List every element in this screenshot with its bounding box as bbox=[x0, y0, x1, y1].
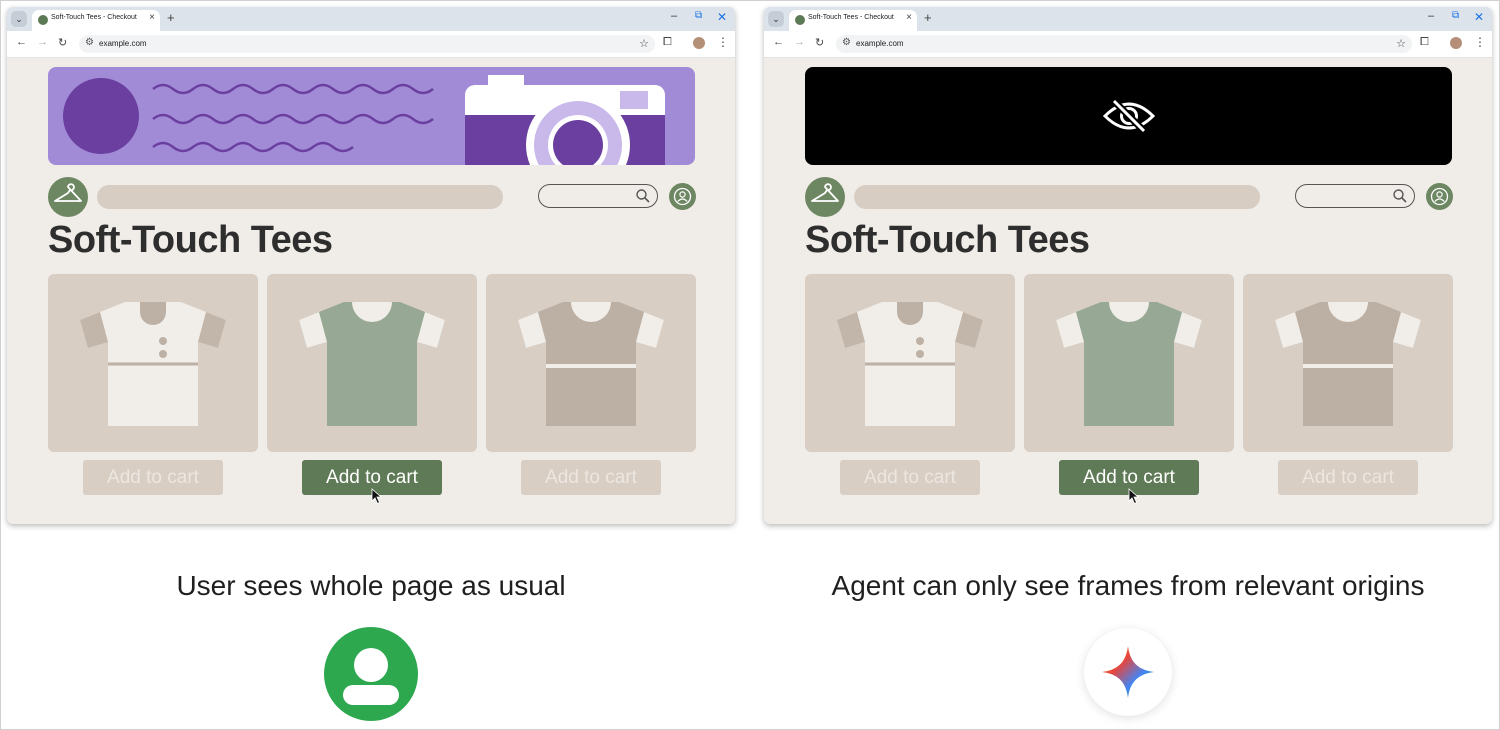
address-bar: ← → ↻ ⚙ example.com ☆ ⧠ ⋮ bbox=[764, 31, 1492, 58]
shop-title: Soft-Touch Tees bbox=[48, 219, 333, 261]
new-tab-icon[interactable]: + bbox=[924, 10, 932, 25]
extensions-icon[interactable]: ⧠ bbox=[663, 36, 672, 49]
product-card-green[interactable] bbox=[1024, 274, 1234, 452]
tab-close-icon[interactable]: × bbox=[149, 12, 155, 23]
product-card-henley[interactable] bbox=[48, 274, 258, 452]
taupe-shirt-icon bbox=[1275, 302, 1421, 426]
new-tab-icon[interactable]: + bbox=[167, 10, 175, 25]
search-input[interactable] bbox=[538, 184, 658, 208]
back-arrow-icon[interactable]: ← bbox=[773, 36, 784, 48]
add-to-cart-button-taupe[interactable]: Add to cart bbox=[1278, 460, 1418, 495]
tab-close-icon[interactable]: × bbox=[906, 12, 912, 23]
account-icon[interactable] bbox=[669, 183, 696, 210]
minimize-icon[interactable]: – bbox=[1428, 10, 1434, 22]
mouse-cursor-icon bbox=[1128, 488, 1140, 505]
add-to-cart-button-henley[interactable]: Add to cart bbox=[83, 460, 223, 495]
mouse-cursor-icon bbox=[371, 488, 383, 505]
search-icon bbox=[1393, 189, 1407, 203]
back-arrow-icon[interactable]: ← bbox=[16, 36, 27, 48]
browser-window-user-view: ⌄ Soft-Touch Tees - Checkout × + – ⧉ ✕ ←… bbox=[7, 7, 735, 524]
restore-icon[interactable]: ⧉ bbox=[695, 10, 702, 21]
hanger-logo-icon[interactable] bbox=[48, 177, 88, 217]
search-icon bbox=[636, 189, 650, 203]
browser-tab[interactable]: Soft-Touch Tees - Checkout × bbox=[32, 10, 160, 31]
caption-agent-view: Agent can only see frames from relevant … bbox=[831, 570, 1425, 601]
product-card-henley[interactable] bbox=[805, 274, 1015, 452]
reload-icon[interactable]: ↻ bbox=[58, 36, 67, 49]
forward-arrow-icon[interactable]: → bbox=[794, 36, 805, 48]
taupe-shirt-icon bbox=[518, 302, 664, 426]
ad-banner-camera[interactable] bbox=[48, 67, 695, 165]
reload-icon[interactable]: ↻ bbox=[815, 36, 824, 49]
caption-user-view: User sees whole page as usual bbox=[176, 570, 566, 601]
bookmark-star-icon[interactable]: ☆ bbox=[639, 37, 649, 50]
site-info-icon[interactable]: ⚙ bbox=[842, 37, 851, 48]
minimize-icon[interactable]: – bbox=[671, 10, 677, 22]
profile-avatar[interactable] bbox=[1450, 37, 1462, 49]
tab-bar: ⌄ Soft-Touch Tees - Checkout × + – ⧉ ✕ bbox=[7, 7, 735, 31]
nav-placeholder-bar bbox=[854, 185, 1260, 209]
site-info-icon[interactable]: ⚙ bbox=[85, 37, 94, 48]
url-text: example.com bbox=[856, 39, 904, 48]
restore-icon[interactable]: ⧉ bbox=[1452, 10, 1459, 21]
hanger-logo-icon[interactable] bbox=[805, 177, 845, 217]
tab-bar: ⌄ Soft-Touch Tees - Checkout × + – ⧉ ✕ bbox=[764, 7, 1492, 31]
address-bar: ← → ↻ ⚙ example.com ☆ ⧠ ⋮ bbox=[7, 31, 735, 58]
menu-kebab-icon[interactable]: ⋮ bbox=[1474, 35, 1486, 49]
favicon-icon bbox=[38, 15, 48, 25]
user-avatar-icon bbox=[324, 627, 418, 721]
henley-shirt-icon bbox=[80, 302, 226, 426]
henley-shirt-icon bbox=[837, 302, 983, 426]
profile-avatar[interactable] bbox=[693, 37, 705, 49]
tab-title: Soft-Touch Tees - Checkout bbox=[51, 14, 137, 21]
add-to-cart-button-henley[interactable]: Add to cart bbox=[840, 460, 980, 495]
close-window-icon[interactable]: ✕ bbox=[717, 10, 727, 24]
eye-off-icon bbox=[1102, 98, 1155, 134]
search-input[interactable] bbox=[1295, 184, 1415, 208]
product-card-taupe[interactable] bbox=[486, 274, 696, 452]
nav-placeholder-bar bbox=[97, 185, 503, 209]
green-shirt-icon bbox=[299, 302, 445, 426]
page-content: Soft-Touch Tees Add to cart Add to cart … bbox=[764, 57, 1492, 524]
gemini-sparkle-icon bbox=[1084, 628, 1172, 716]
chevron-down-icon[interactable]: ⌄ bbox=[11, 11, 27, 27]
green-shirt-icon bbox=[1056, 302, 1202, 426]
omnibox[interactable]: ⚙ example.com ☆ bbox=[79, 35, 655, 53]
account-icon[interactable] bbox=[1426, 183, 1453, 210]
url-text: example.com bbox=[99, 39, 147, 48]
chevron-down-icon[interactable]: ⌄ bbox=[768, 11, 784, 27]
omnibox[interactable]: ⚙ example.com ☆ bbox=[836, 35, 1412, 53]
browser-window-agent-view: ⌄ Soft-Touch Tees - Checkout × + – ⧉ ✕ ←… bbox=[764, 7, 1492, 524]
shop-title: Soft-Touch Tees bbox=[805, 219, 1090, 261]
menu-kebab-icon[interactable]: ⋮ bbox=[717, 35, 729, 49]
close-window-icon[interactable]: ✕ bbox=[1474, 10, 1484, 24]
bookmark-star-icon[interactable]: ☆ bbox=[1396, 37, 1406, 50]
tab-title: Soft-Touch Tees - Checkout bbox=[808, 14, 894, 21]
product-card-green[interactable] bbox=[267, 274, 477, 452]
browser-tab[interactable]: Soft-Touch Tees - Checkout × bbox=[789, 10, 917, 31]
page-content: Soft-Touch Tees Add to cart Add to cart … bbox=[7, 57, 735, 524]
extensions-icon[interactable]: ⧠ bbox=[1420, 36, 1429, 49]
favicon-icon bbox=[795, 15, 805, 25]
forward-arrow-icon[interactable]: → bbox=[37, 36, 48, 48]
product-card-taupe[interactable] bbox=[1243, 274, 1453, 452]
add-to-cart-button-taupe[interactable]: Add to cart bbox=[521, 460, 661, 495]
hidden-banner-frame bbox=[805, 67, 1452, 165]
